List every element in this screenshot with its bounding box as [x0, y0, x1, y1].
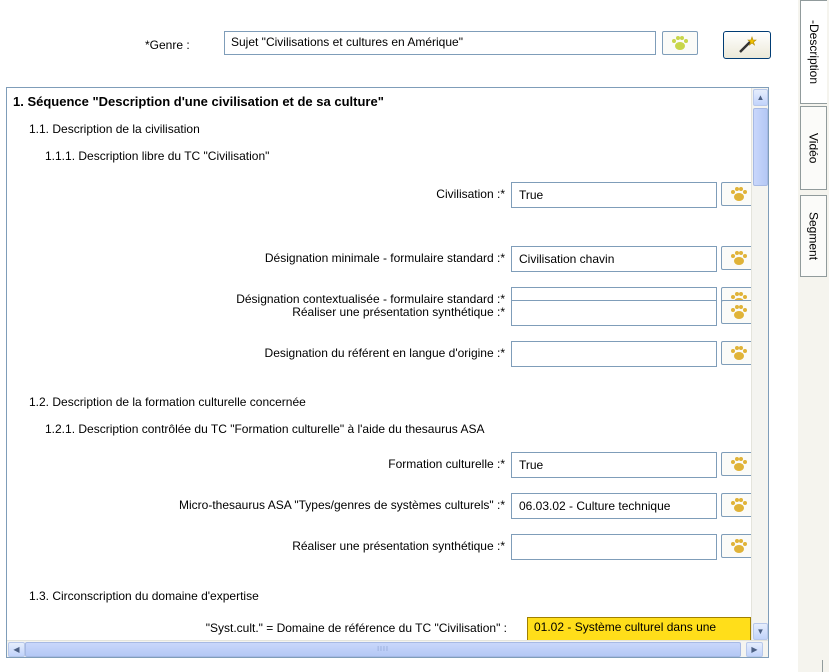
presentation-synthetique-field[interactable] [511, 300, 717, 326]
section-1-3-title: 1.3. Circonscription du domaine d'expert… [29, 589, 259, 603]
magic-wand-icon [739, 36, 757, 53]
designation-referent-field[interactable] [511, 341, 717, 367]
designation-minimale-paw-button[interactable] [721, 246, 752, 270]
section-1-1-title: 1.1. Description de la civilisation [29, 122, 200, 136]
scroll-left-button[interactable]: ◀ [8, 642, 25, 657]
tab-video[interactable]: Vidéo [800, 106, 827, 190]
genre-label: *Genre : [145, 38, 190, 52]
formation-culturelle-paw-button[interactable] [721, 452, 752, 476]
domaine-reference-field[interactable]: 01.02 - Système culturel dans une [527, 617, 751, 641]
section-1-1-1-title: 1.1.1. Description libre du TC "Civilisa… [45, 149, 270, 163]
domaine-reference-label: "Syst.cult." = Domaine de référence du T… [205, 621, 507, 635]
section-1-2-1-title: 1.2.1. Description contrôlée du TC "Form… [45, 422, 485, 436]
paw-icon [731, 498, 747, 512]
scroll-up-button[interactable]: ▲ [753, 89, 768, 106]
tab-segment[interactable]: Segment [800, 195, 827, 277]
tab-video-label: Vidéo [806, 132, 821, 164]
vertical-scrollbar[interactable]: ▲ ▼ [751, 88, 768, 641]
form-content: 1. Séquence "Description d'une civilisat… [7, 88, 752, 641]
tab-description[interactable]: -Description [800, 0, 827, 104]
horizontal-scroll-thumb[interactable]: IIII [25, 642, 741, 657]
section-1-title: 1. Séquence "Description d'une civilisat… [13, 94, 384, 109]
civilisation-label: Civilisation :* [436, 187, 505, 201]
paw-icon [731, 187, 747, 201]
presentation-synthetique-paw-button[interactable] [721, 300, 752, 324]
tab-description-label: -Description [807, 19, 821, 85]
presentation-synthetique-2-field[interactable] [511, 534, 717, 560]
designation-referent-paw-button[interactable] [721, 341, 752, 365]
tab-segment-label: Segment [806, 211, 821, 261]
vertical-scroll-thumb[interactable] [753, 108, 768, 186]
scroll-down-button[interactable]: ▼ [753, 623, 768, 640]
paw-icon [731, 251, 747, 265]
presentation-synthetique-label: Réaliser une présentation synthétique :* [292, 305, 505, 319]
horizontal-scrollbar[interactable]: ◀ IIII ▶ [7, 640, 768, 657]
paw-icon [731, 457, 747, 471]
micro-thesaurus-field[interactable]: 06.03.02 - Culture technique [511, 493, 717, 519]
section-1-2-title: 1.2. Description de la formation culture… [29, 395, 306, 409]
civilisation-paw-button[interactable] [721, 182, 752, 206]
designation-minimale-label: Désignation minimale - formulaire standa… [264, 251, 505, 265]
paw-icon [731, 346, 747, 360]
side-divider [822, 660, 823, 672]
paw-icon [731, 305, 747, 319]
designation-contextualisee-label: Désignation contextualisée - formulaire … [236, 292, 505, 306]
paw-icon [731, 539, 747, 553]
form-panel: 1. Séquence "Description d'une civilisat… [6, 87, 769, 658]
scroll-right-button[interactable]: ▶ [746, 642, 763, 657]
micro-thesaurus-paw-button[interactable] [721, 493, 752, 517]
presentation-synthetique-2-label: Réaliser une présentation synthétique :* [292, 539, 505, 553]
paw-icon [672, 36, 688, 50]
designation-referent-label: Designation du référent en langue d'orig… [264, 346, 505, 360]
genre-paw-button[interactable] [662, 31, 698, 55]
civilisation-field[interactable]: True [511, 182, 717, 208]
micro-thesaurus-label: Micro-thesaurus ASA "Types/genres de sys… [179, 498, 505, 512]
designation-minimale-field[interactable]: Civilisation chavin [511, 246, 717, 272]
genre-field[interactable]: Sujet "Civilisations et cultures en Amér… [224, 31, 656, 55]
magic-wand-button[interactable] [723, 31, 771, 59]
formation-culturelle-field[interactable]: True [511, 452, 717, 478]
formation-culturelle-label: Formation culturelle :* [388, 457, 505, 471]
presentation-synthetique-2-paw-button[interactable] [721, 534, 752, 558]
